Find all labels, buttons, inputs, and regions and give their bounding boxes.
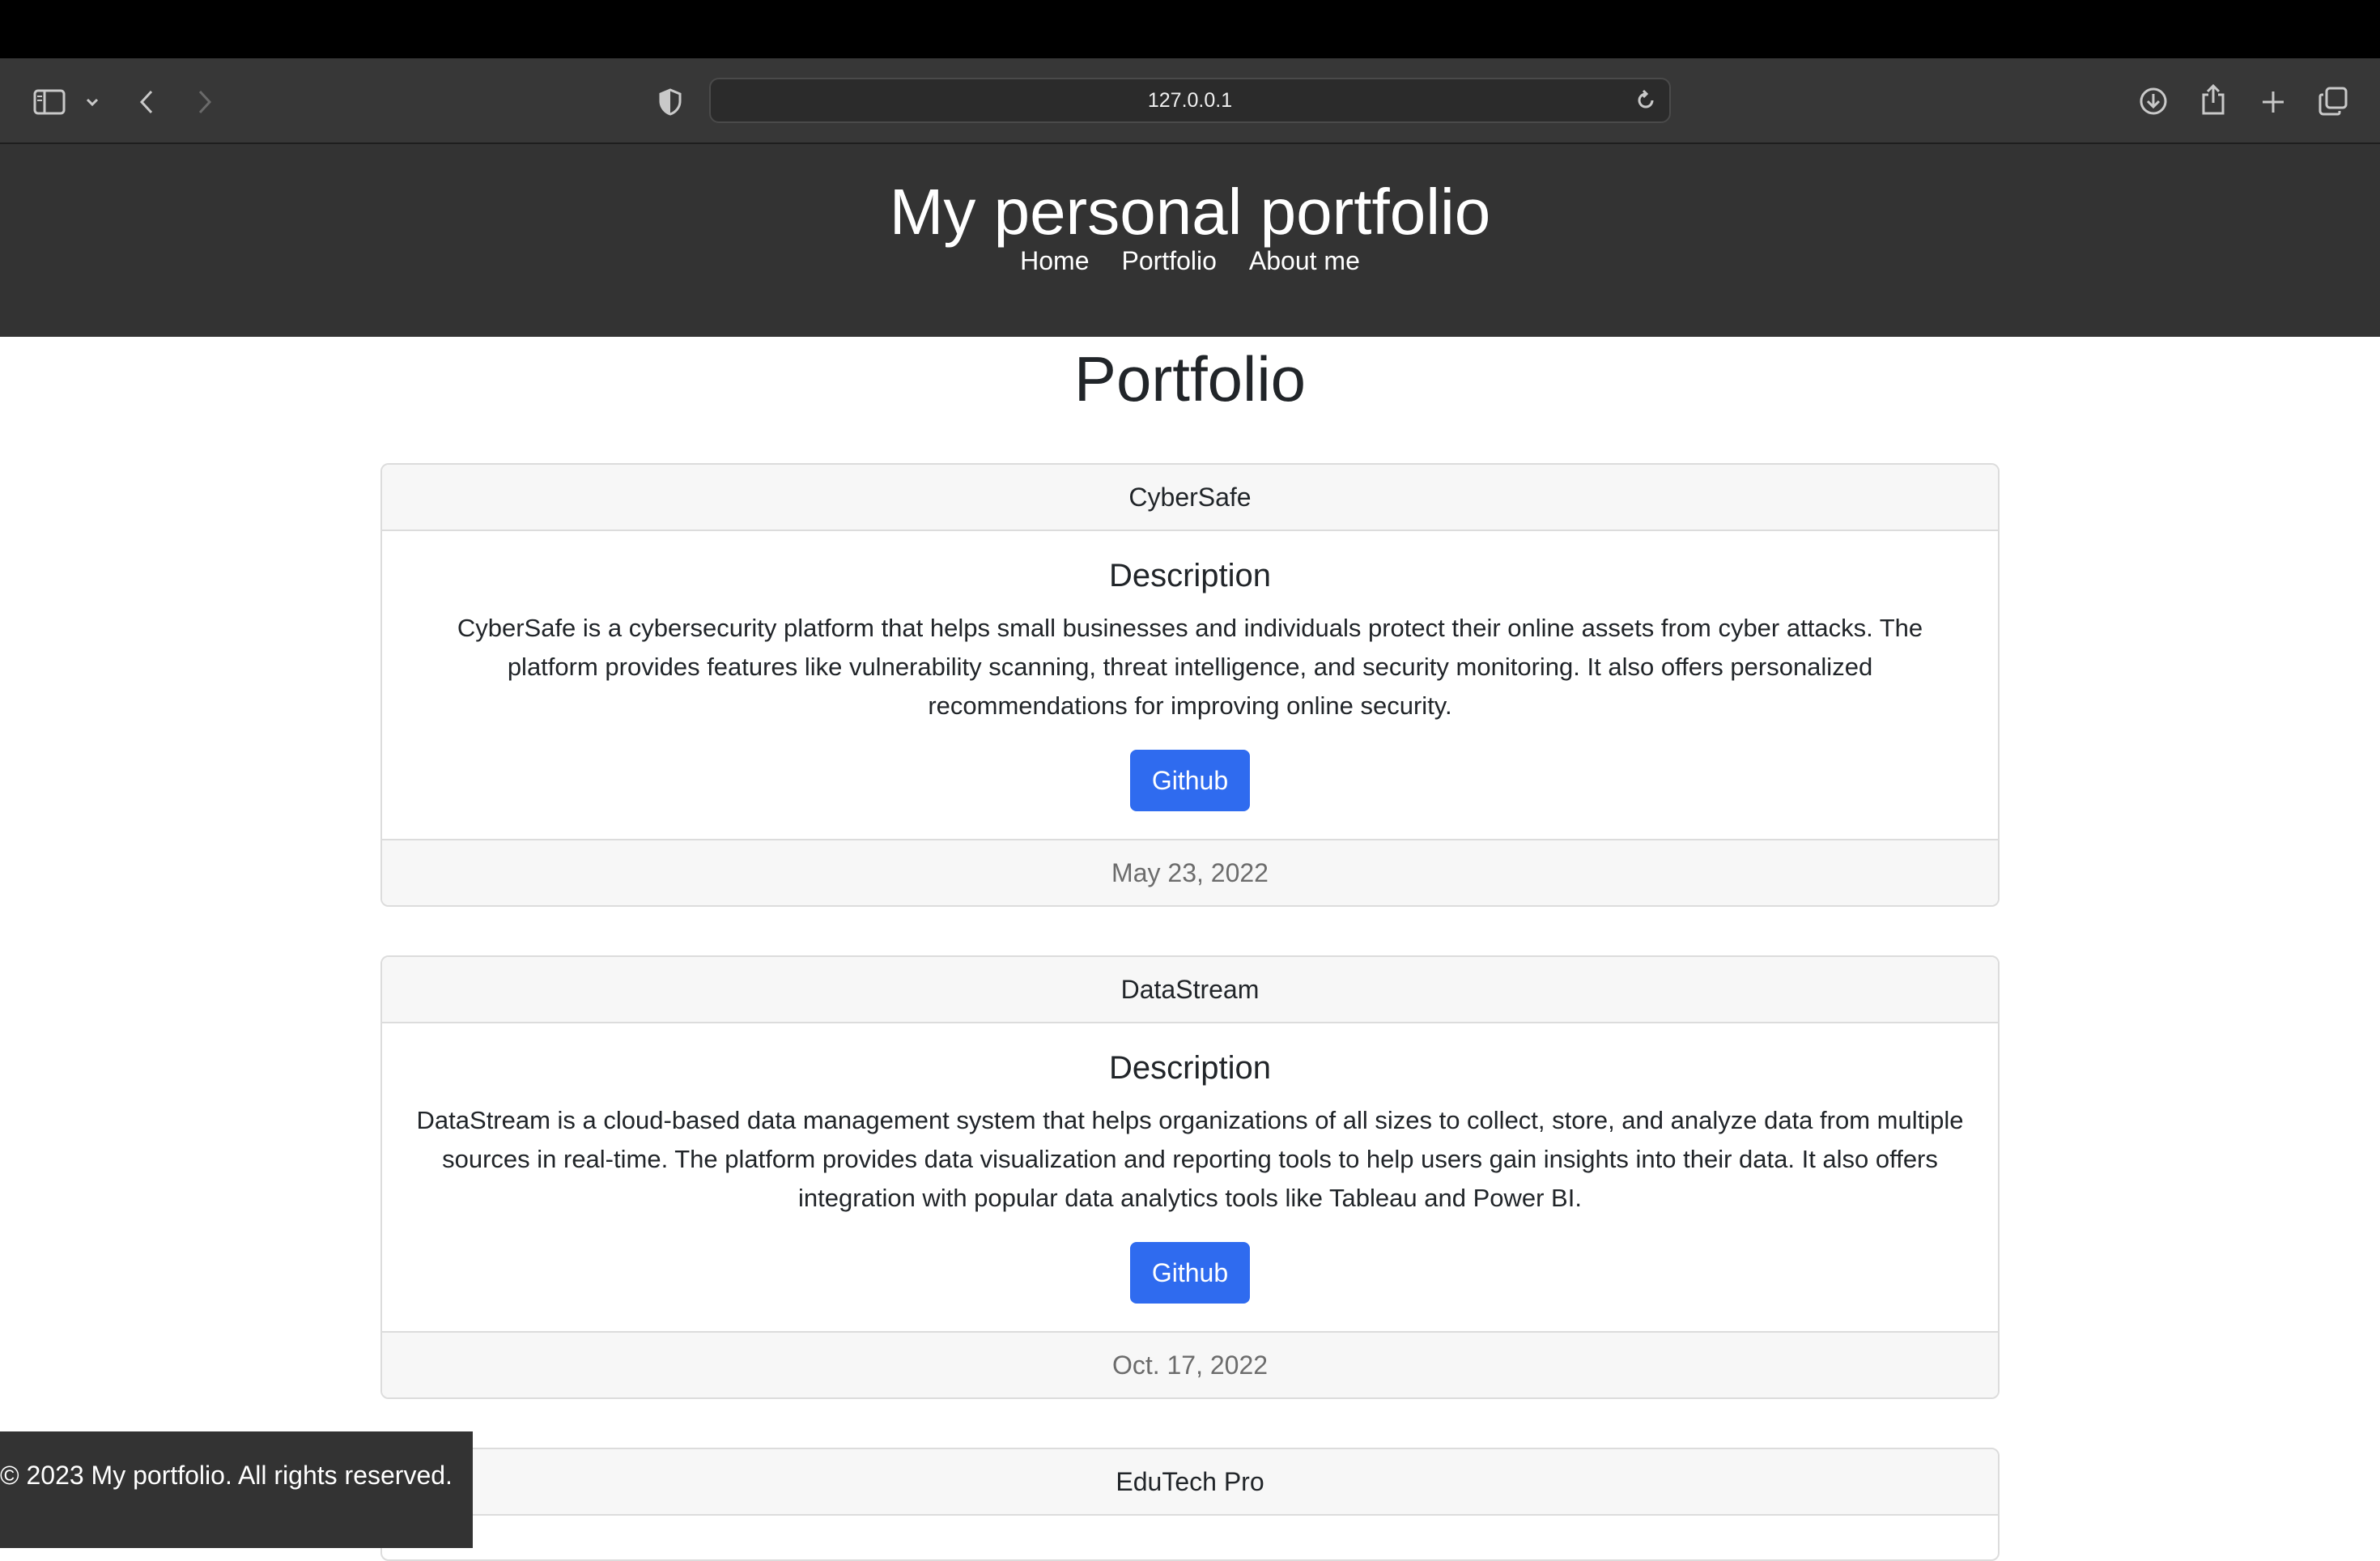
copyright-text: © 2023 My portfolio. All rights reserved… [0, 1461, 453, 1490]
project-card-datastream: DataStream Description DataStream is a c… [380, 955, 2000, 1399]
project-card-body: Description CyberSafe is a cybersecurity… [382, 531, 1998, 839]
new-tab-icon[interactable] [2257, 86, 2289, 118]
main-nav: Home Portfolio About me [0, 246, 2380, 276]
tab-overview-icon[interactable] [2317, 84, 2349, 118]
system-top-bar [0, 0, 2380, 58]
sidebar-toggle-icon[interactable] [31, 86, 68, 118]
project-description: DataStream is a cloud-based data managem… [416, 1106, 1964, 1212]
forward-icon[interactable] [193, 86, 217, 118]
share-icon[interactable] [2199, 81, 2228, 118]
shield-icon[interactable] [656, 86, 685, 118]
description-heading: Description [1108, 1050, 1272, 1086]
github-button[interactable]: Github [1130, 750, 1250, 811]
nav-link-about-me[interactable]: About me [1249, 246, 1360, 276]
github-button[interactable]: Github [1130, 1242, 1250, 1304]
page-title: Portfolio [1073, 343, 1307, 415]
project-card-header: EduTech Pro [382, 1449, 1998, 1516]
download-icon[interactable] [2137, 84, 2170, 118]
project-card-header: CyberSafe [382, 465, 1998, 531]
project-description: CyberSafe is a cybersecurity platform th… [457, 614, 1923, 720]
project-card-body: Description DataStream is a cloud-based … [382, 1023, 1998, 1331]
url-text: 127.0.0.1 [1147, 88, 1233, 112]
project-date: May 23, 2022 [382, 839, 1998, 905]
project-date: Oct. 17, 2022 [382, 1331, 1998, 1397]
chevron-down-icon[interactable] [83, 91, 102, 113]
back-icon[interactable] [134, 86, 159, 118]
project-card-cybersafe: CyberSafe Description CyberSafe is a cyb… [380, 463, 2000, 907]
description-heading: Description [1108, 558, 1272, 593]
project-card-header: DataStream [382, 957, 1998, 1023]
address-bar[interactable]: 127.0.0.1 [709, 78, 1671, 123]
reload-icon[interactable] [1635, 89, 1656, 117]
site-title: My personal portfolio [889, 176, 1491, 248]
nav-link-portfolio[interactable]: Portfolio [1122, 246, 1217, 276]
project-card-edutech-pro: EduTech Pro [380, 1448, 2000, 1561]
browser-toolbar: 127.0.0.1 [0, 58, 2380, 144]
site-footer: © 2023 My portfolio. All rights reserved… [0, 1431, 473, 1548]
nav-link-home[interactable]: Home [1020, 246, 1089, 276]
site-header: My personal portfolio Home Portfolio Abo… [0, 144, 2380, 337]
